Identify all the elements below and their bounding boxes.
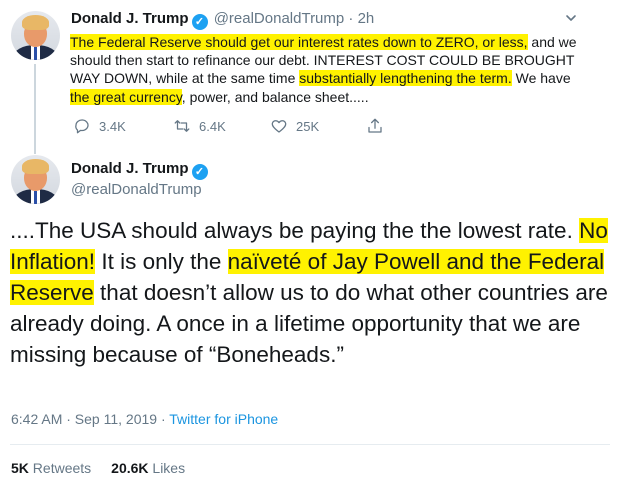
highlighted-text-segment: The Federal Reserve should get our inter…: [70, 34, 528, 50]
tweet-timestamp[interactable]: 6:42 AM · Sep 11, 2019: [11, 411, 157, 427]
thread-connector-line: [34, 64, 36, 154]
verified-badge-icon: ✓: [191, 164, 208, 180]
chevron-down-icon[interactable]: [565, 12, 577, 24]
tweet-header: Donald J. Trump ✓ @realDonaldTrump · 2h: [71, 10, 374, 30]
tweet-text: The Federal Reserve should get our inter…: [70, 33, 590, 106]
tweet-author: Donald J. Trump ✓: [71, 160, 210, 180]
tweet-stats: 5K Retweets 20.6K Likes: [11, 460, 185, 476]
tweet-actions: 3.4K 6.4K 25K: [70, 117, 410, 137]
highlighted-text-segment: substantially lengthening the term.: [299, 70, 512, 87]
separator-dot: ·: [157, 411, 170, 427]
divider: [10, 444, 610, 445]
likes-label: Likes: [152, 460, 186, 476]
tweet-text: ....The USA should always be paying the …: [10, 215, 610, 370]
retweet-icon: [174, 120, 190, 132]
retweet-button[interactable]: 6.4K: [173, 117, 226, 135]
highlighted-text-segment: the great currency: [70, 88, 182, 105]
text-segment: ....The USA should always be paying the …: [10, 218, 580, 243]
text-segment: We have: [511, 70, 571, 87]
retweets-stat[interactable]: 5K Retweets: [11, 460, 91, 476]
user-handle[interactable]: @realDonaldTrump: [71, 181, 202, 198]
text-segment: It is only the: [95, 249, 228, 274]
reply-button[interactable]: 3.4K: [73, 117, 126, 135]
reply-icon: [75, 119, 89, 134]
reply-count: 3.4K: [99, 118, 126, 134]
display-name[interactable]: Donald J. Trump: [71, 160, 189, 177]
share-icon: [368, 118, 382, 133]
tweet-first[interactable]: Donald J. Trump ✓ @realDonaldTrump · 2h T…: [0, 0, 600, 154]
heart-icon: [271, 120, 287, 133]
likes-count: 20.6K: [111, 460, 149, 476]
retweet-count: 6.4K: [199, 118, 226, 134]
avatar[interactable]: [11, 11, 60, 60]
retweets-label: Retweets: [32, 460, 92, 476]
tweet-source-link[interactable]: Twitter for iPhone: [169, 411, 278, 427]
share-button[interactable]: [366, 117, 392, 135]
avatar[interactable]: [11, 155, 60, 204]
tweet-metadata: 6:42 AM · Sep 11, 2019 · Twitter for iPh…: [11, 411, 278, 427]
like-count: 25K: [296, 118, 320, 134]
like-button[interactable]: 25K: [270, 117, 319, 135]
display-name[interactable]: Donald J. Trump: [71, 10, 189, 27]
retweets-count: 5K: [11, 460, 29, 476]
text-segment: that doesn’t allow us to do what other c…: [10, 280, 608, 367]
separator-dot: ·: [348, 10, 354, 27]
text-segment: , power, and balance sheet.....: [181, 88, 369, 105]
likes-stat[interactable]: 20.6K Likes: [111, 460, 185, 476]
user-handle[interactable]: @realDonaldTrump: [214, 10, 345, 27]
tweet-time[interactable]: 2h: [358, 10, 375, 27]
verified-badge-icon: ✓: [191, 14, 208, 30]
